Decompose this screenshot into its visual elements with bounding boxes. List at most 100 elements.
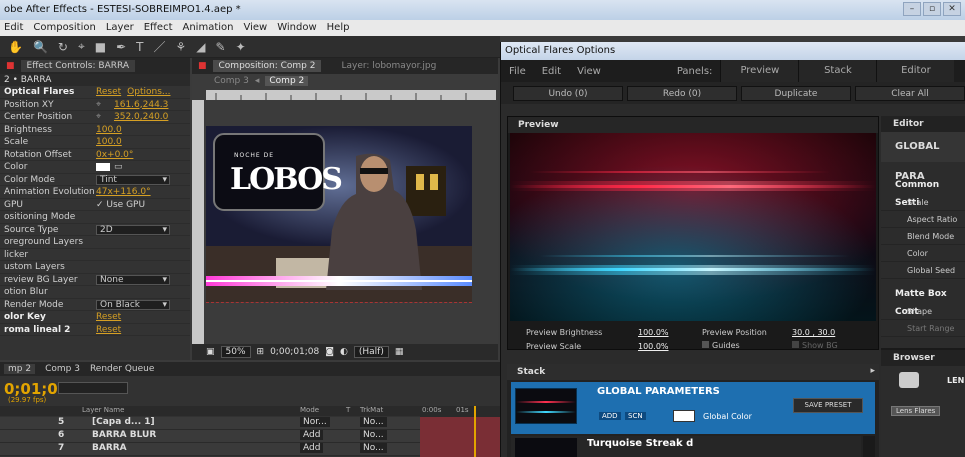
- prop-value[interactable]: 47x+116.0°: [96, 186, 151, 198]
- always-preview-icon[interactable]: ▣: [206, 347, 215, 357]
- menu-edit[interactable]: Edit: [4, 20, 23, 36]
- prop-brightness[interactable]: Brightness 100.0: [0, 124, 190, 136]
- pen-tool-icon[interactable]: ✒: [116, 40, 126, 54]
- stack-item-row[interactable]: Turquoise Streak d: [511, 436, 861, 457]
- prop-custom-layers[interactable]: ustom Layers: [0, 261, 190, 274]
- menu-composition[interactable]: Composition: [33, 20, 95, 36]
- show-channel-icon[interactable]: ◐: [340, 347, 348, 357]
- crosshair-icon[interactable]: ⌖: [96, 111, 114, 123]
- editor-aspect-ratio[interactable]: Aspect Ratio: [881, 211, 965, 228]
- table-row[interactable]: 5 [Capa d... 1] Nor... No...: [0, 417, 420, 430]
- tab-comp3[interactable]: Comp 3: [45, 364, 80, 374]
- prop-motion-blur[interactable]: otion Blur: [0, 286, 190, 299]
- table-row[interactable]: 7 BARRA Add No...: [0, 443, 420, 456]
- rotate-tool-icon[interactable]: ↻: [58, 40, 68, 54]
- restore-icon[interactable]: ▫: [923, 2, 941, 16]
- editor-color[interactable]: Color: [881, 245, 965, 262]
- editor-scale[interactable]: Scale: [881, 194, 965, 211]
- tab-comp2[interactable]: mp 2: [4, 364, 36, 374]
- add-button[interactable]: ADD: [599, 412, 621, 420]
- trkmat-dropdown[interactable]: No...: [360, 417, 387, 427]
- layer-duration-bars[interactable]: [420, 417, 500, 457]
- use-gpu-checkbox[interactable]: ✓ Use GPU: [96, 199, 145, 211]
- lock-icon[interactable]: ■: [198, 61, 207, 71]
- prop-croma-lineal[interactable]: roma lineal 2 Reset: [0, 324, 190, 336]
- redo-button[interactable]: Redo (0): [627, 85, 737, 101]
- scn-button[interactable]: SCN: [625, 412, 646, 420]
- resolution-dropdown[interactable]: (Half): [353, 346, 389, 358]
- close-icon[interactable]: ✕: [943, 2, 961, 16]
- prop-scale[interactable]: Scale 100.0: [0, 136, 190, 149]
- region-icon[interactable]: ▦: [395, 347, 404, 357]
- composition-viewer[interactable]: NOCHE DE LOBOS: [206, 126, 472, 302]
- panel-preview-button[interactable]: Preview: [720, 60, 799, 82]
- tab-composition[interactable]: Composition: Comp 2: [212, 60, 322, 72]
- snapshot-icon[interactable]: ◙: [325, 347, 334, 357]
- prop-animation-evolution[interactable]: Animation Evolution 47x+116.0°: [0, 186, 190, 199]
- menu-layer[interactable]: Layer: [106, 20, 134, 36]
- text-tool-icon[interactable]: T: [136, 40, 143, 54]
- prop-source-type[interactable]: Source Type 2D: [0, 224, 190, 236]
- duplicate-button[interactable]: Duplicate: [741, 85, 851, 101]
- panel-stack-button[interactable]: Stack: [798, 60, 877, 82]
- flare-preview-canvas[interactable]: [510, 133, 876, 321]
- panel-editor-button[interactable]: Editor: [876, 60, 955, 82]
- clear-all-button[interactable]: Clear All: [855, 85, 965, 101]
- layer-mode-dropdown[interactable]: Add: [300, 430, 324, 440]
- matte-box-heading[interactable]: Matte Box Cont: [881, 285, 965, 317]
- clone-tool-icon[interactable]: ⚘: [176, 40, 187, 54]
- grid-icon[interactable]: ⊞: [257, 347, 265, 357]
- prop-value[interactable]: 0x+0.0°: [96, 149, 133, 161]
- eraser-tool-icon[interactable]: ◢: [196, 40, 205, 54]
- color-swatch[interactable]: [96, 163, 110, 171]
- stack-scrollbar[interactable]: [863, 436, 875, 457]
- common-settings-heading[interactable]: Common Setti: [881, 176, 965, 208]
- lens-icon[interactable]: [899, 372, 919, 388]
- hand-tool-icon[interactable]: ✋: [8, 40, 23, 54]
- puppet-tool-icon[interactable]: ✦: [236, 40, 246, 54]
- preview-scale-value[interactable]: 100.0%: [638, 342, 669, 351]
- stack-expand-icon[interactable]: ▸: [870, 366, 875, 376]
- editor-global-seed[interactable]: Global Seed: [881, 262, 965, 279]
- menu-help[interactable]: Help: [327, 20, 350, 36]
- preview-position-value[interactable]: 30.0 , 30.0: [792, 328, 835, 337]
- preview-bg-dropdown[interactable]: None: [96, 274, 170, 285]
- crumb-comp3[interactable]: Comp 3: [214, 76, 249, 86]
- prop-preview-bg-layer[interactable]: review BG Layer None: [0, 274, 190, 286]
- prop-gpu[interactable]: GPU ✓ Use GPU: [0, 199, 190, 211]
- prop-position-xy[interactable]: Position XY ⌖ 161.6,244.3: [0, 99, 190, 111]
- color-mode-dropdown[interactable]: Tint: [96, 174, 170, 185]
- crumb-comp2[interactable]: Comp 2: [265, 76, 309, 86]
- prop-foreground-layers[interactable]: oreground Layers: [0, 236, 190, 249]
- reset-link[interactable]: Reset: [96, 86, 121, 98]
- menu-view[interactable]: View: [243, 20, 267, 36]
- guides-checkbox[interactable]: Guides: [702, 341, 740, 350]
- crosshair-icon[interactable]: ⌖: [96, 99, 114, 111]
- show-bg-checkbox[interactable]: Show BG: [792, 341, 838, 350]
- editor-start-range[interactable]: Start Range: [881, 320, 965, 337]
- global-color-swatch[interactable]: [673, 410, 695, 422]
- undo-button[interactable]: Undo (0): [513, 85, 623, 101]
- effect-name[interactable]: Optical Flares: [0, 86, 96, 98]
- options-link[interactable]: Options...: [127, 86, 170, 98]
- trkmat-dropdown[interactable]: No...: [360, 430, 387, 440]
- time-ruler-area[interactable]: 0:00s 01s: [420, 406, 500, 457]
- prop-center-position[interactable]: Center Position ⌖ 352.0,240.0: [0, 111, 190, 124]
- menu-animation[interactable]: Animation: [183, 20, 234, 36]
- prop-flicker[interactable]: licker: [0, 249, 190, 261]
- zoom-tool-icon[interactable]: 🔍: [33, 40, 48, 54]
- lens-flares-tab[interactable]: Lens Flares: [891, 406, 941, 416]
- prop-value[interactable]: 100.0: [96, 124, 122, 136]
- minimize-icon[interactable]: –: [903, 2, 921, 16]
- prop-color-mode[interactable]: Color Mode Tint: [0, 174, 190, 186]
- prop-positioning-mode[interactable]: ositioning Mode: [0, 211, 190, 224]
- camera-tool-icon[interactable]: ⌖: [78, 39, 85, 54]
- of-menu-view[interactable]: View: [569, 66, 609, 77]
- render-mode-dropdown[interactable]: On Black: [96, 299, 170, 310]
- timeline-search-input[interactable]: [58, 382, 128, 394]
- prop-render-mode[interactable]: Render Mode On Black: [0, 299, 190, 311]
- prop-value[interactable]: 161.6,244.3: [114, 99, 168, 111]
- editor-blend-mode[interactable]: Blend Mode: [881, 228, 965, 245]
- menu-window[interactable]: Window: [277, 20, 316, 36]
- tab-effect-controls[interactable]: Effect Controls: BARRA: [20, 60, 136, 72]
